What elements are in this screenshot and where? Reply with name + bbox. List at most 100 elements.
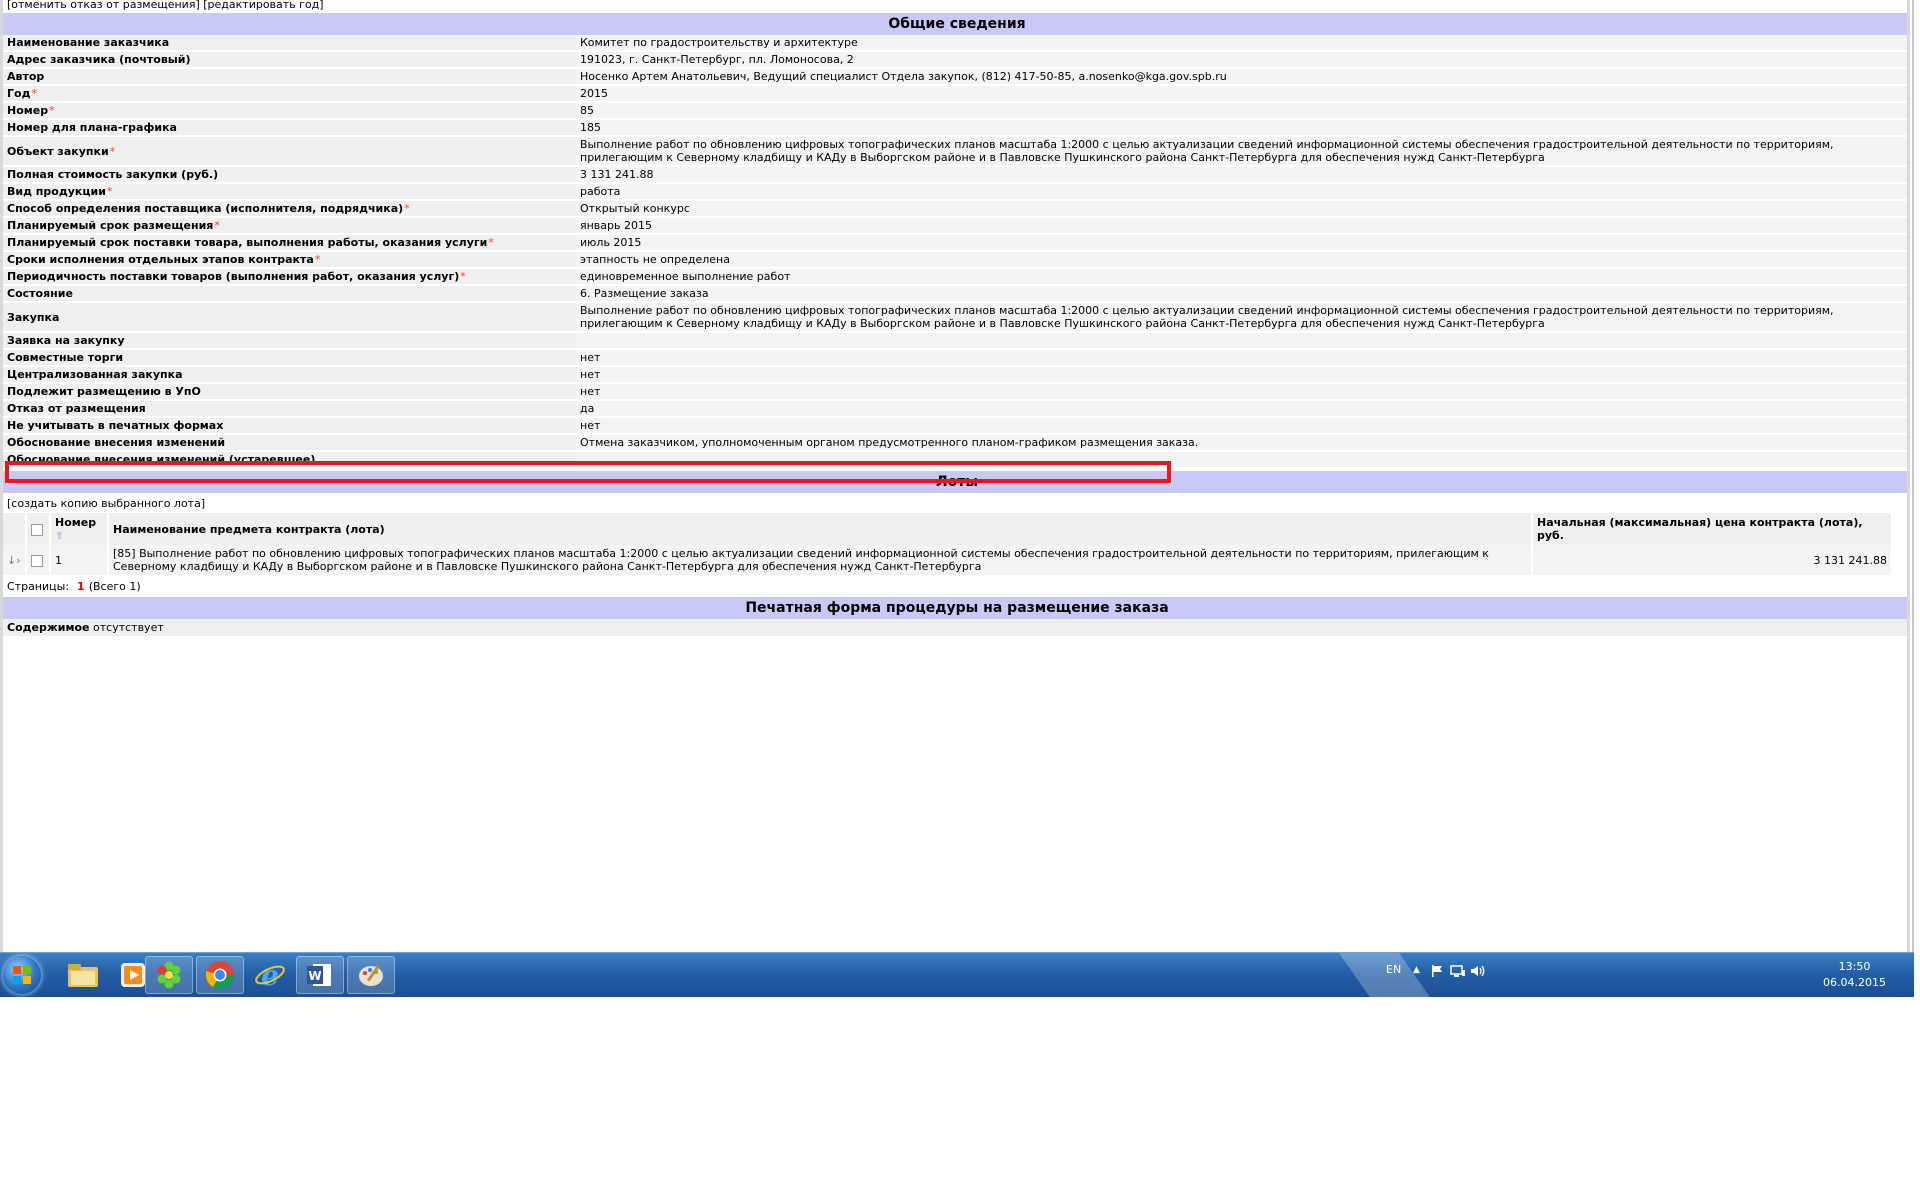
- property-label-text: Год: [7, 87, 31, 100]
- property-row: Закупка Выполнение работ по обновлению ци…: [3, 302, 1907, 333]
- print-form-label: Содержимое: [7, 621, 90, 634]
- property-label: Не учитывать в печатных формах: [3, 417, 576, 435]
- clock-time: 13:50: [1838, 960, 1871, 973]
- section-header-lots: Лоты: [3, 471, 1907, 493]
- lot-number: 1: [50, 545, 109, 575]
- property-label: Планируемый срок размещения*: [3, 217, 576, 235]
- internet-explorer-icon[interactable]: e: [246, 956, 294, 994]
- lots-price-header[interactable]: Начальная (максимальная) цена контракта …: [1532, 513, 1893, 545]
- sort-asc-icon: ⇧: [55, 531, 64, 542]
- cancel-refusal-link[interactable]: [отменить отказ от размещения]: [7, 0, 200, 10]
- property-label: Совместные торги: [3, 349, 576, 367]
- copy-lot-link[interactable]: [создать копию выбранного лота]: [7, 497, 205, 510]
- section-header-print-form: Печатная форма процедуры на размещение з…: [3, 597, 1907, 619]
- word-icon[interactable]: W: [296, 956, 344, 994]
- print-form-value: отсутствует: [93, 621, 164, 634]
- property-row: Обоснование внесения изменений (устаревш…: [3, 451, 1907, 469]
- language-indicator[interactable]: EN: [1386, 963, 1401, 997]
- property-label-text: Вид продукции: [7, 185, 106, 198]
- property-label-text: Объект закупки: [7, 144, 109, 158]
- explorer-folder-icon[interactable]: [55, 956, 111, 994]
- property-label: Закупка: [3, 302, 576, 333]
- svg-text:W: W: [308, 969, 321, 983]
- lots-number-header-label: Номер: [55, 516, 97, 529]
- property-value: 191023, г. Санкт-Петербург, пл. Ломоносо…: [576, 51, 1907, 69]
- property-label: Заявка на закупку: [3, 332, 576, 350]
- property-label: Способ определения поставщика (исполните…: [3, 200, 576, 218]
- required-marker: *: [109, 144, 116, 158]
- windows-flag-icon: [13, 966, 31, 984]
- property-row: Обоснование внесения изменений Отмена зак…: [3, 434, 1907, 452]
- property-label-text: Автор: [7, 70, 45, 83]
- property-label-text: Обоснование внесения изменений: [7, 436, 226, 449]
- property-row: Планируемый срок размещения* январь 2015: [3, 217, 1907, 235]
- lots-header-row: Номер ⇧ Наименование предмета контракта …: [3, 513, 1893, 545]
- lots-number-header[interactable]: Номер ⇧: [50, 513, 109, 545]
- property-label-text: Отказ от размещения: [7, 402, 146, 415]
- property-label-text: Сроки исполнения отдельных этапов контра…: [7, 253, 314, 266]
- windows-taskbar: e W EN ▲ 13:50 06.04.2015: [0, 952, 1914, 997]
- property-label-text: Обоснование внесения изменений (устаревш…: [7, 453, 316, 466]
- property-value: нет: [576, 383, 1907, 401]
- property-value: Комитет по градостроительству и архитект…: [576, 35, 1907, 52]
- property-row: Вид продукции* работа: [3, 183, 1907, 201]
- volume-icon[interactable]: [1470, 964, 1486, 997]
- clock-date: 06.04.2015: [1823, 976, 1886, 989]
- property-label-text: Номер для плана-графика: [7, 121, 177, 134]
- property-row: Номер для плана-графика 185: [3, 119, 1907, 137]
- drag-handle-icon[interactable]: ↓›: [3, 545, 27, 575]
- property-row: Наименование заказчика Комитет по градост…: [3, 35, 1907, 52]
- scrollbar[interactable]: [1912, 0, 1914, 952]
- chrome-icon[interactable]: [196, 956, 244, 994]
- property-label-text: Совместные торги: [7, 351, 124, 364]
- icq-flower-icon[interactable]: [145, 956, 193, 994]
- property-value: нет: [576, 349, 1907, 367]
- select-all-checkbox[interactable]: [31, 523, 43, 536]
- property-value: январь 2015: [576, 217, 1907, 235]
- network-icon[interactable]: [1450, 964, 1466, 997]
- property-row: Отказ от размещения да: [3, 400, 1907, 418]
- property-label-text: Заявка на закупку: [7, 334, 125, 347]
- property-label: Номер*: [3, 102, 576, 120]
- lots-actions: [создать копию выбранного лота]: [3, 493, 1907, 513]
- edit-year-link[interactable]: [редактировать год]: [203, 0, 323, 10]
- paint-icon[interactable]: [347, 956, 395, 994]
- property-value: 185: [576, 119, 1907, 137]
- property-label-text: Планируемый срок размещения: [7, 219, 214, 232]
- print-form-content: Содержимое отсутствует: [3, 619, 1907, 636]
- property-row: Способ определения поставщика (исполните…: [3, 200, 1907, 218]
- property-row: Полная стоимость закупки (руб.) 3 131 241…: [3, 166, 1907, 184]
- property-label: Централизованная закупка: [3, 366, 576, 384]
- property-row: Автор Носенко Артем Анатольевич, Ведущий …: [3, 68, 1907, 86]
- property-label-text: Планируемый срок поставки товара, выполн…: [7, 236, 488, 249]
- property-row: Периодичность поставки товаров (выполнен…: [3, 268, 1907, 286]
- general-properties-table: Наименование заказчика Комитет по градост…: [3, 35, 1907, 469]
- property-value: работа: [576, 183, 1907, 201]
- property-value: Выполнение работ по обновлению цифровых …: [576, 136, 1907, 167]
- table-row[interactable]: ↓› 1 [85] Выполнение работ по обновлению ц…: [3, 545, 1893, 575]
- property-value: да: [576, 400, 1907, 418]
- property-label: Вид продукции*: [3, 183, 576, 201]
- pager-current-page[interactable]: 1: [77, 580, 85, 593]
- lots-table: Номер ⇧ Наименование предмета контракта …: [3, 513, 1893, 575]
- pager: Страницы: 1 (Всего 1): [3, 575, 1907, 597]
- property-label: Адрес заказчика (почтовый): [3, 51, 576, 69]
- property-row: Год* 2015: [3, 85, 1907, 103]
- show-hidden-icons-icon[interactable]: ▲: [1413, 965, 1420, 997]
- property-value: Выполнение работ по обновлению цифровых …: [576, 302, 1907, 333]
- lots-subject-header[interactable]: Наименование предмета контракта (лота): [108, 513, 1533, 545]
- row-checkbox[interactable]: [31, 554, 43, 567]
- property-label: Отказ от размещения: [3, 400, 576, 418]
- lot-subject[interactable]: [85] Выполнение работ по обновлению цифр…: [108, 545, 1533, 575]
- property-row: Объект закупки* Выполнение работ по обнов…: [3, 136, 1907, 167]
- windows-start-icon[interactable]: [3, 956, 41, 994]
- property-value: единовременное выполнение работ: [576, 268, 1907, 286]
- property-label: Обоснование внесения изменений (устаревш…: [3, 451, 576, 469]
- property-label: Наименование заказчика: [3, 35, 576, 52]
- system-clock[interactable]: 13:50 06.04.2015: [1823, 959, 1886, 991]
- property-value: нет: [576, 366, 1907, 384]
- action-center-flag-icon[interactable]: [1430, 964, 1444, 997]
- property-row: Сроки исполнения отдельных этапов контра…: [3, 251, 1907, 269]
- property-label-text: Полная стоимость закупки (руб.): [7, 168, 219, 181]
- property-label: Подлежит размещению в УпО: [3, 383, 576, 401]
